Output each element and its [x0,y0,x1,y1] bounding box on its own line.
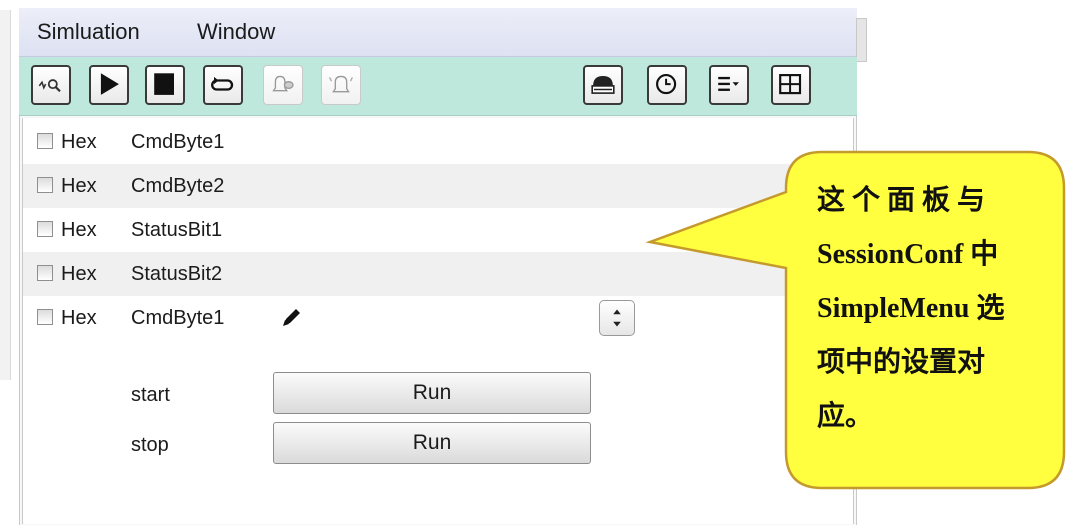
menu-panel: Hex CmdByte1 Hex CmdByte2 Hex StatusBit1… [22,118,854,524]
run-button-start[interactable]: Run [273,372,591,414]
callout-line: 应。 [817,401,874,432]
hex-label: Hex [61,307,97,329]
hex-checkbox[interactable] [37,265,53,281]
callout-line: 这 个 面 板 与 [817,185,986,216]
hex-checkbox[interactable] [37,221,53,237]
callout-line: 项中的设置对 [817,347,986,378]
hex-checkbox[interactable] [37,133,53,149]
grid-button[interactable] [771,65,811,105]
item-name: StatusBit1 [131,219,223,241]
list-item: Hex CmdByte1 [23,120,853,164]
menu-bar: Simluation Window [19,8,857,57]
item-name: CmdByte1 [131,307,225,329]
callout-line: SessionConf 中 [817,239,999,270]
alarm-bell-icon [329,75,353,93]
menu-simulation[interactable]: Simluation [37,19,140,45]
stop-button[interactable] [145,65,185,105]
up-down-arrows-icon [613,309,621,327]
device-button[interactable] [583,65,623,105]
device-icon [591,76,615,94]
list-menu-button[interactable] [709,65,749,105]
list-item: Hex StatusBit1 [23,208,853,252]
hex-label: Hex [61,175,97,197]
clock-button[interactable] [647,65,687,105]
list-menu-icon [718,76,739,91]
alarm-bell-button[interactable] [321,65,361,105]
list-item: Hex CmdByte2 [23,164,853,208]
list-item: Hex CmdByte1 [23,296,853,340]
play-icon [100,73,119,95]
callout-text: 这 个 面 板 与 SessionConf 中 SimpleMenu 选 项中的… [817,174,1057,444]
hex-label: Hex [61,219,97,241]
pencil-icon[interactable] [279,304,305,330]
toolbar [19,57,857,116]
hex-checkbox[interactable] [37,309,53,325]
menu-window[interactable]: Window [197,19,275,45]
clock-icon [656,74,677,95]
item-name: CmdByte2 [131,175,225,197]
window-scroll-stub [856,18,867,62]
hex-label: Hex [61,131,97,153]
loop-button[interactable] [203,65,243,105]
hex-label: Hex [61,263,97,285]
play-button[interactable] [89,65,129,105]
stop-icon [154,73,174,95]
order-spinner[interactable] [599,300,635,336]
loop-icon [211,76,234,91]
command-label-start: start [131,384,170,406]
alarm-message-icon [272,75,294,92]
left-panel-edge [0,10,11,380]
run-button-stop[interactable]: Run [273,422,591,464]
find-signal-icon [38,79,61,93]
find-signal-button[interactable] [31,65,71,105]
command-label-stop: stop [131,434,169,456]
alarm-message-button[interactable] [263,65,303,105]
hex-checkbox[interactable] [37,177,53,193]
grid-icon [779,74,802,95]
item-name: StatusBit2 [131,263,223,285]
callout-line: SimpleMenu 选 [817,293,1005,324]
item-name: CmdByte1 [131,131,225,153]
list-item: Hex StatusBit2 [23,252,853,296]
